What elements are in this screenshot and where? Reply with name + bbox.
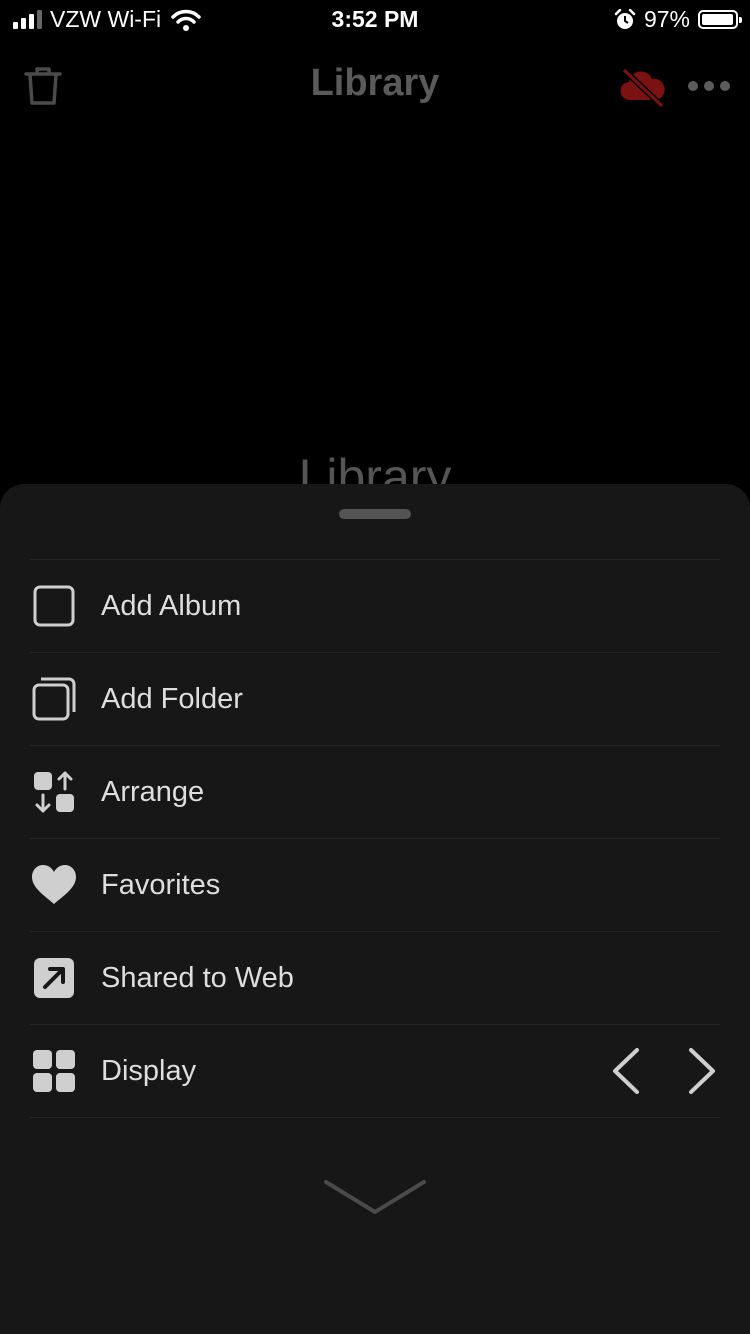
chevron-right-icon — [689, 1048, 715, 1094]
arrange-item[interactable]: Arrange — [30, 746, 720, 839]
favorites-label: Favorites — [101, 868, 221, 901]
chevron-down-icon[interactable] — [322, 1176, 428, 1220]
share-arrow-icon — [31, 955, 77, 1001]
display-label: Display — [101, 1054, 197, 1087]
arrange-icon — [31, 769, 77, 815]
add-folder-label: Add Folder — [101, 682, 243, 715]
display-next-button[interactable] — [684, 1045, 720, 1097]
nav-bar: Library — [0, 50, 750, 120]
display-item[interactable]: Display — [30, 1025, 720, 1118]
heart-icon — [31, 862, 77, 908]
alarm-icon — [614, 8, 636, 29]
add-album-label: Add Album — [101, 589, 242, 622]
display-previous-button[interactable] — [608, 1045, 644, 1097]
battery-percent: 97% — [643, 6, 690, 32]
more-icon[interactable] — [688, 74, 736, 98]
battery-icon — [698, 10, 742, 29]
cloud-off-icon[interactable] — [618, 66, 666, 108]
arrange-label: Arrange — [101, 775, 205, 808]
add-folder-item[interactable]: Add Folder — [30, 653, 720, 746]
add-album-item[interactable]: Add Album — [30, 560, 720, 653]
stacked-squares-icon — [31, 676, 77, 722]
sheet-grabber[interactable] — [339, 509, 411, 519]
status-bar: VZW Wi-Fi 3:52 PM 97% — [0, 0, 750, 40]
grid-icon — [31, 1048, 77, 1094]
favorites-item[interactable]: Favorites — [30, 839, 720, 932]
square-outline-icon — [31, 583, 77, 629]
shared-to-web-label: Shared to Web — [101, 961, 294, 994]
menu-list: Add Album Add Folder Arrange Favorites S… — [30, 559, 720, 1118]
bottom-sheet: Add Album Add Folder Arrange Favorites S… — [0, 484, 750, 1334]
shared-to-web-item[interactable]: Shared to Web — [30, 932, 720, 1025]
chevron-left-icon — [613, 1048, 639, 1094]
